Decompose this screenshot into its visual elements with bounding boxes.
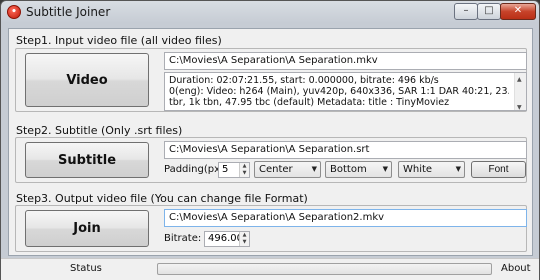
step1-panel: Video C:\Movies\A Separation\A Separatio… xyxy=(15,48,527,112)
status-bar: Status About xyxy=(1,258,539,280)
scroll-up-icon[interactable]: ▲ xyxy=(517,74,522,85)
chevron-down-icon: ▼ xyxy=(455,165,461,173)
step2-label: Step2. Subtitle (Only .srt files) xyxy=(16,124,183,137)
spin-down-icon[interactable]: ▼ xyxy=(240,239,249,246)
video-button[interactable]: Video xyxy=(25,53,149,107)
padding-value: 5 xyxy=(222,164,229,175)
video-info-line: 0(eng): Video: h264 (Main), yuv420p, 640… xyxy=(169,86,509,97)
padding-spin-buttons[interactable]: ▲ ▼ xyxy=(239,163,249,177)
scroll-down-icon[interactable]: ▼ xyxy=(517,102,522,110)
font-button[interactable]: Font xyxy=(471,161,526,178)
align-horizontal-value: Center xyxy=(259,164,293,175)
color-value: White xyxy=(403,164,433,175)
video-info-line: Duration: 02:07:21.55, start: 0.000000, … xyxy=(169,75,439,86)
window-title: Subtitle Joiner xyxy=(26,5,111,19)
bitrate-value: 496.00 xyxy=(208,233,243,244)
chevron-down-icon: ▼ xyxy=(311,165,317,173)
app-window: • Subtitle Joiner – □ ✕ Step1. Input vid… xyxy=(0,0,540,280)
spin-up-icon[interactable]: ▲ xyxy=(240,163,249,170)
app-icon: • xyxy=(7,5,21,19)
status-text: Status xyxy=(70,263,102,274)
join-button[interactable]: Join xyxy=(25,210,149,247)
bitrate-stepper[interactable]: 496.00 ▲ ▼ xyxy=(204,231,250,247)
step2-panel: Subtitle C:\Movies\A Separation\A Separa… xyxy=(15,137,527,183)
align-horizontal-select[interactable]: Center ▼ xyxy=(254,161,321,178)
progress-bar xyxy=(157,263,492,275)
align-vertical-select[interactable]: Bottom ▼ xyxy=(325,161,392,178)
about-link[interactable]: About xyxy=(501,263,531,274)
step3-label: Step3. Output video file (You can change… xyxy=(16,192,308,205)
spin-down-icon[interactable]: ▼ xyxy=(240,170,249,177)
step1-label: Step1. Input video file (all video files… xyxy=(16,34,222,47)
maximize-button[interactable]: □ xyxy=(477,3,501,20)
minimize-button[interactable]: – xyxy=(454,3,478,20)
client-area: Step1. Input video file (all video files… xyxy=(8,28,533,256)
subtitle-button[interactable]: Subtitle xyxy=(25,142,149,178)
subtitle-path[interactable]: C:\Movies\A Separation\A Separation.srt xyxy=(164,141,527,159)
bitrate-spin-buttons[interactable]: ▲ ▼ xyxy=(239,232,249,246)
spin-up-icon[interactable]: ▲ xyxy=(240,232,249,239)
padding-stepper[interactable]: 5 ▲ ▼ xyxy=(218,162,250,178)
step3-panel: Join C:\Movies\A Separation\A Separation… xyxy=(15,205,527,252)
video-info-box[interactable]: Duration: 02:07:21.55, start: 0.000000, … xyxy=(164,72,527,111)
close-button[interactable]: ✕ xyxy=(500,3,536,20)
output-path[interactable]: C:\Movies\A Separation\A Separation2.mkv xyxy=(164,209,527,227)
title-bar: • Subtitle Joiner – □ ✕ xyxy=(1,1,539,23)
color-select[interactable]: White ▼ xyxy=(398,161,465,178)
info-scrollbar[interactable]: ▲ ▼ xyxy=(514,73,526,110)
chevron-down-icon: ▼ xyxy=(382,165,388,173)
input-video-path[interactable]: C:\Movies\A Separation\A Separation.mkv xyxy=(164,52,527,70)
align-vertical-value: Bottom xyxy=(330,164,367,175)
bitrate-label: Bitrate: xyxy=(164,233,202,244)
video-info-line: tbr, 1k tbn, 47.95 tbc (default) Metadat… xyxy=(169,97,450,108)
